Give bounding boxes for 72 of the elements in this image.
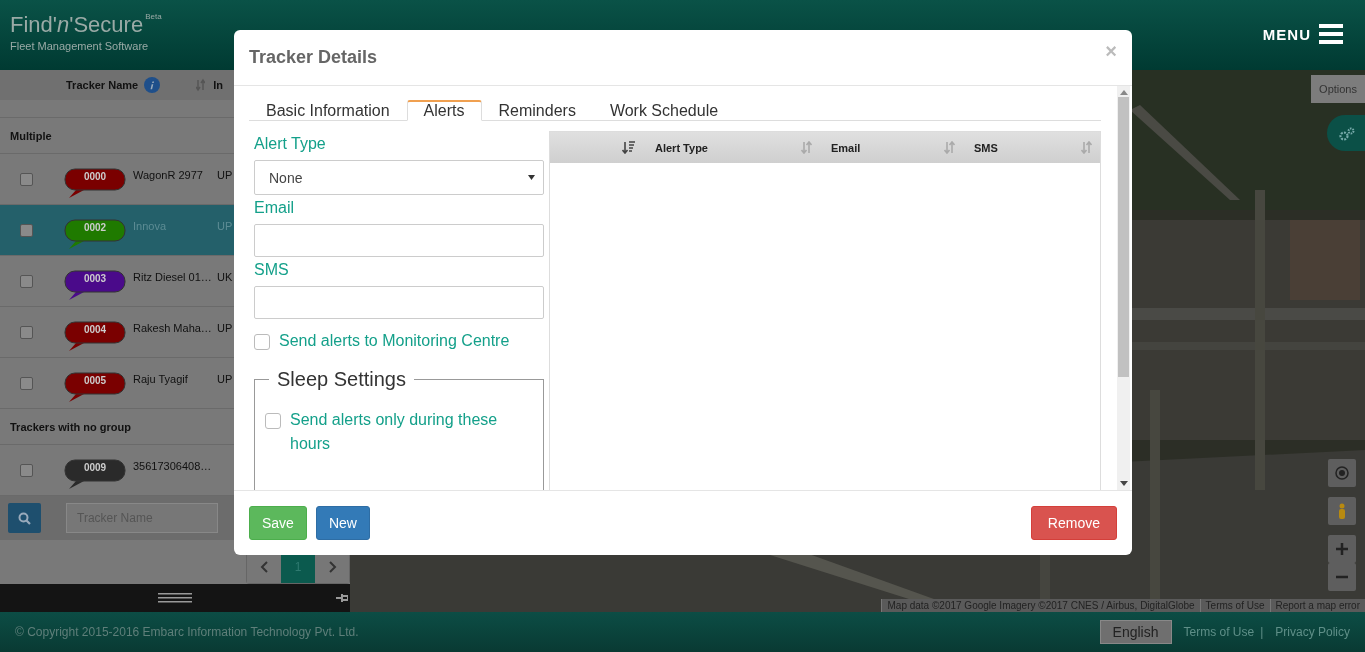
checkbox[interactable] [20,224,33,237]
tab[interactable]: Work Schedule [592,100,736,121]
checkbox[interactable] [20,173,33,186]
sort-icon [801,141,812,154]
copyright: © Copyright 2015-2016 Embarc Information Technology Pvt. Ltd. [15,625,359,639]
handle-icon [158,593,192,603]
search-icon [18,511,31,525]
settings-button[interactable] [1327,115,1365,151]
arrow-down-icon [1119,481,1128,486]
legend: Sleep Settings [269,368,414,391]
checkbox[interactable] [265,413,281,429]
zoom-in-button[interactable] [1328,535,1356,563]
plus-icon [1334,541,1350,557]
scrollbar[interactable] [1117,86,1130,490]
checkbox[interactable] [20,326,33,339]
caret-icon [528,175,535,180]
column-header[interactable]: Tracker Name [66,79,139,91]
checkbox[interactable] [20,275,33,288]
beta-label: Beta [145,12,162,21]
column-header[interactable]: SMS [963,132,1100,163]
tracker-name: WagonR 2977 [133,169,204,181]
logo: Find'n'Secure [10,12,144,38]
pin-icon [336,592,348,604]
tracker-name: 35617306408… [133,460,213,472]
marker-label: 0003 [82,273,108,284]
email-field[interactable] [254,224,544,257]
checkbox[interactable] [20,464,33,477]
field-label: SMS [254,260,290,279]
menu-button[interactable]: MENU [1262,0,1365,44]
sort-icon [944,141,955,154]
tab[interactable]: Alerts [406,100,482,121]
street-view-button[interactable] [1328,497,1356,525]
sort-icon [1081,141,1092,154]
sms-field[interactable] [254,286,544,319]
marker-label: 0009 [82,462,108,473]
column-header[interactable]: In [213,79,223,91]
locate-button[interactable] [1328,459,1356,487]
sort-icon [622,141,635,154]
marker-label: 0004 [82,324,108,335]
info-icon [144,77,161,93]
marker-label: 0002 [82,222,108,233]
tracker-plate: UP [217,322,233,334]
tracker-plate: UP [217,373,233,385]
checkbox[interactable] [254,334,270,350]
column-header[interactable]: Email [820,132,963,163]
modal-title: Tracker Details [249,47,378,68]
action-button[interactable]: Remove [1030,506,1117,540]
tab[interactable]: Basic Information [249,100,407,121]
tracker-plate: UP [217,169,233,181]
chevron-right-icon [327,561,337,573]
sort-icon [196,78,206,92]
arrow-up-icon [1119,90,1128,95]
action-button[interactable]: New [315,506,370,540]
checkbox[interactable] [20,377,33,390]
field-label: Alert Type [254,134,327,153]
marker-label: 0005 [82,375,108,386]
tab[interactable]: Reminders [481,100,593,121]
locate-icon [1334,465,1350,481]
chevron-left-icon [259,561,269,573]
column-header[interactable]: Alert Type [645,132,820,163]
separator: | [1260,625,1264,639]
search-button[interactable] [8,503,41,533]
alert-type-dropdown[interactable]: None [254,160,544,195]
tracker-name: Rakesh Maha… [133,322,213,334]
tracker-plate: UK [217,271,233,283]
tracker-plate: UP [217,220,233,232]
marker-label: 0000 [82,171,108,182]
tracker-name: Ritz Diesel 01… [133,271,213,283]
menu-icon [1319,24,1343,44]
zoom-out-button[interactable] [1328,563,1356,591]
tracker-name: Raju Tyagif [133,373,189,385]
tagline: Fleet Management Software [10,40,150,52]
